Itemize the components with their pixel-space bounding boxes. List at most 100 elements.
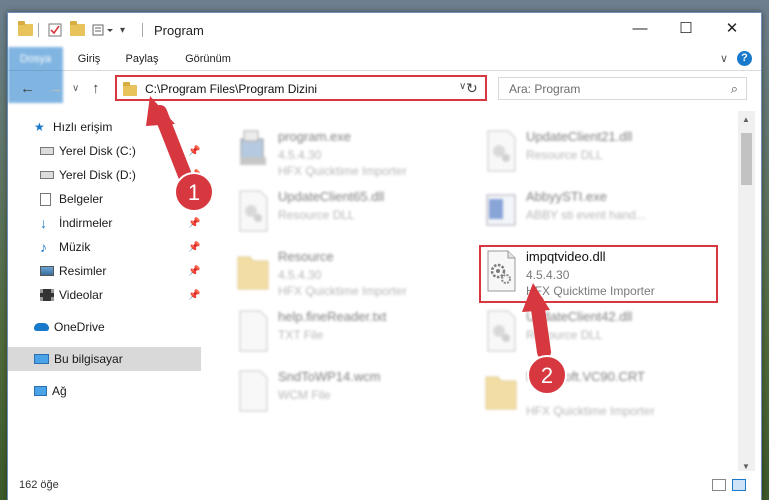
folder-icon	[485, 376, 517, 410]
search-placeholder: Ara: Program	[509, 82, 581, 96]
file-name: UpdateClient21.dll	[526, 129, 633, 144]
nav-item-label: OneDrive	[54, 320, 105, 334]
new-folder-icon[interactable]	[70, 21, 85, 38]
nav-item-music[interactable]: ♪ Müzik 📌	[8, 235, 201, 259]
nav-item-onedrive[interactable]: OneDrive	[8, 315, 201, 339]
address-bar[interactable]: C:\Program Files\Program Dizini ∨	[115, 75, 487, 101]
nav-item-this-pc[interactable]: Bu bilgisayar	[8, 347, 201, 371]
file-description: HFX Quicktime Importer	[278, 284, 407, 298]
nav-item-label: İndirmeler	[59, 216, 113, 230]
properties-icon[interactable]	[48, 22, 62, 38]
file-description: ABBY sti event hand...	[526, 208, 646, 222]
nav-item-documents[interactable]: Belgeler 📌	[8, 187, 201, 211]
forward-arrow-icon[interactable]: →	[48, 80, 63, 97]
file-description: HFX Quicktime Importer	[278, 164, 407, 178]
star-icon: ★	[34, 120, 45, 134]
expand-ribbon-icon[interactable]: ∨	[720, 52, 728, 65]
up-arrow-icon[interactable]: ↑	[92, 80, 100, 97]
tab-share[interactable]: Paylaş	[116, 47, 168, 71]
file-item[interactable]: Microsoft.VC90.CRT HFX Quicktime Importe…	[480, 367, 710, 423]
file-name: UpdateClient65.dll	[278, 189, 385, 204]
pin-icon[interactable]: 📌	[188, 242, 200, 253]
file-name: SndToWP14.wcm	[278, 369, 381, 384]
file-version: 4.5.4.30	[278, 148, 322, 162]
pin-icon[interactable]: 📌	[188, 170, 200, 181]
minimize-button[interactable]: —	[617, 13, 663, 43]
item-count: 162 öğe	[19, 479, 59, 491]
document-icon	[40, 192, 51, 206]
folder-icon	[123, 82, 137, 96]
exe-icon	[486, 194, 516, 226]
file-item[interactable]: AbbyySTI.exe ABBY sti event hand...	[480, 187, 710, 243]
nav-item-videos[interactable]: Videolar 📌	[8, 283, 201, 307]
nav-item-label: Hızlı erişim	[53, 120, 113, 134]
file-item[interactable]: SndToWP14.wcm WCM File	[232, 367, 462, 423]
drive-icon	[40, 147, 54, 155]
scroll-up-icon[interactable]: ▲	[742, 115, 750, 124]
nav-item-network[interactable]: Ağ	[8, 379, 201, 403]
file-item[interactable]: UpdateClient42.dll Resource DLL	[480, 307, 710, 363]
search-icon: ⌕	[730, 81, 738, 96]
file-item[interactable]: Resource 4.5.4.30 HFX Quicktime Importer	[232, 247, 462, 303]
video-icon	[40, 289, 54, 301]
scroll-thumb[interactable]	[741, 133, 752, 185]
recent-locations-icon[interactable]: ∨	[72, 83, 79, 94]
details-view-icon[interactable]	[712, 479, 726, 491]
highlight-box	[479, 245, 718, 303]
cloud-icon	[34, 323, 49, 331]
file-item[interactable]: UpdateClient65.dll Resource DLL	[232, 187, 462, 243]
file-description: Resource DLL	[526, 328, 603, 342]
close-button[interactable]: ✕	[709, 13, 755, 43]
file-item[interactable]: UpdateClient21.dll Resource DLL	[480, 127, 710, 183]
search-input[interactable]: Ara: Program ⌕	[498, 77, 747, 100]
tab-view[interactable]: Görünüm	[174, 47, 242, 71]
maximize-button[interactable]: ☐	[663, 13, 709, 43]
nav-item-label: Belgeler	[59, 192, 104, 206]
customize-toolbar-icon[interactable]	[92, 22, 116, 38]
file-description: HFX Quicktime Importer	[526, 404, 655, 418]
help-icon[interactable]: ?	[737, 51, 752, 66]
file-list: program.exe 4.5.4.30 HFX Quicktime Impor…	[204, 111, 738, 455]
large-icons-view-icon[interactable]	[732, 479, 746, 491]
window-title: Program	[154, 23, 204, 38]
nav-item-quick-access[interactable]: ★ Hızlı erişim	[8, 115, 201, 139]
file-item[interactable]: help.fineReader.txt TXT File	[232, 307, 462, 363]
chevron-down-icon[interactable]: ▾	[120, 22, 125, 38]
refresh-icon[interactable]: ↻	[466, 80, 478, 97]
nav-item-downloads[interactable]: ↓ İndirmeler 📌	[8, 211, 201, 235]
file-name: UpdateClient42.dll	[526, 309, 633, 324]
tab-home[interactable]: Giriş	[66, 47, 112, 71]
vertical-scrollbar[interactable]: ▲ ▼	[738, 111, 755, 473]
status-bar: 162 öğe	[8, 471, 761, 500]
explorer-window: ▾ Program — ☐ ✕ Dosya Giriş Paylaş Görün…	[7, 12, 762, 500]
nav-item-label: Resimler	[59, 264, 107, 278]
dll-icon	[239, 190, 268, 232]
file-description: Resource DLL	[526, 148, 603, 162]
pin-icon[interactable]: 📌	[188, 266, 200, 277]
dll-icon	[487, 310, 516, 352]
file-item[interactable]: program.exe 4.5.4.30 HFX Quicktime Impor…	[232, 127, 462, 183]
nav-item-label: Bu bilgisayar	[54, 352, 123, 366]
pin-icon[interactable]: 📌	[188, 290, 200, 301]
nav-item-drive-c[interactable]: Yerel Disk (C:) 📌	[8, 139, 201, 163]
nav-item-label: Yerel Disk (D:)	[59, 168, 136, 182]
address-path[interactable]: C:\Program Files\Program Dizini	[145, 82, 317, 96]
pin-icon[interactable]: 📌	[188, 146, 200, 157]
drive-icon	[40, 171, 54, 179]
back-arrow-icon[interactable]: ←	[20, 80, 35, 97]
nav-item-label: Ağ	[52, 384, 67, 398]
picture-icon	[40, 266, 54, 276]
nav-item-pictures[interactable]: Resimler 📌	[8, 259, 201, 283]
scroll-down-icon[interactable]: ▼	[742, 462, 750, 471]
ribbon-tabs: Dosya Giriş Paylaş Görünüm ∨ ?	[8, 47, 761, 103]
nav-item-label: Videolar	[59, 288, 103, 302]
music-icon: ♪	[40, 239, 47, 255]
file-version: 4.5.4.30	[278, 268, 322, 282]
pin-icon[interactable]: 📌	[188, 218, 200, 229]
pin-icon[interactable]: 📌	[188, 194, 200, 205]
nav-item-label: Yerel Disk (C:)	[59, 144, 136, 158]
nav-item-drive-d[interactable]: Yerel Disk (D:) 📌	[8, 163, 201, 187]
quick-access-folder-icon[interactable]	[18, 21, 33, 38]
navigation-pane: ★ Hızlı erişim Yerel Disk (C:) 📌 Yerel D…	[8, 111, 201, 471]
file-description: TXT File	[278, 328, 324, 342]
